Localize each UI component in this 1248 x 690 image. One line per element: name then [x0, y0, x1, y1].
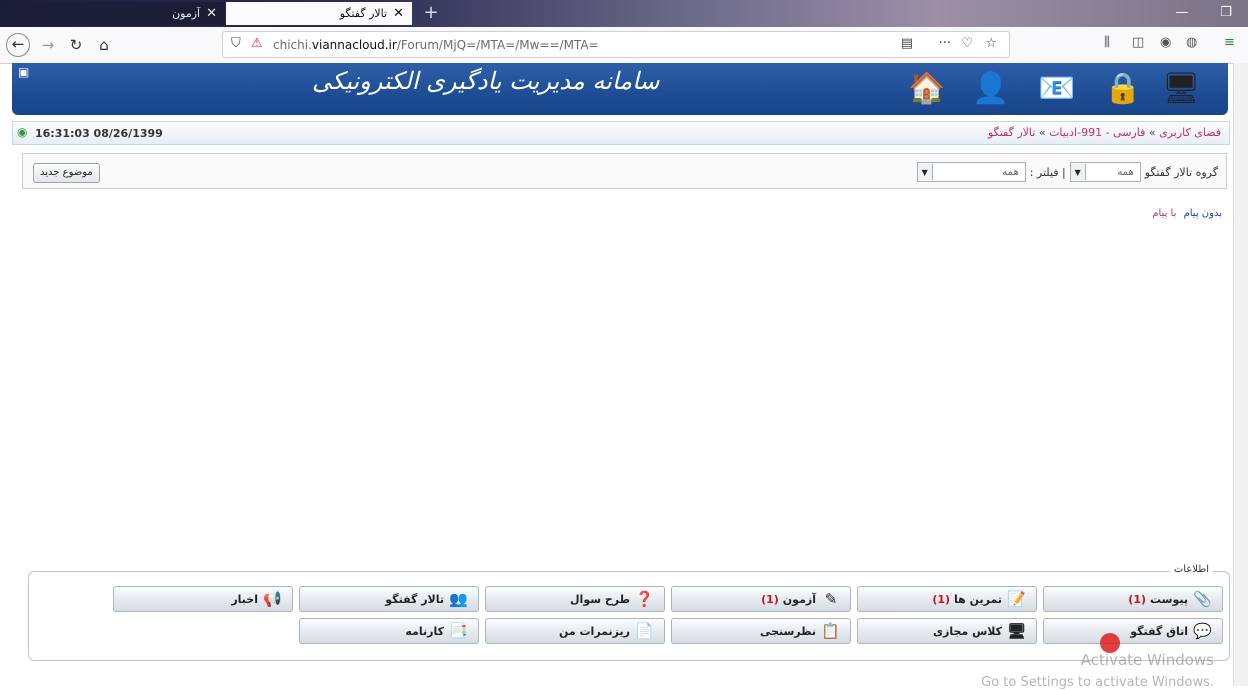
filter-row: گروه تالار گفتگو همه ▼ | فیلتر : همه ▼	[916, 162, 1218, 182]
forum-button[interactable]: 👥 تالار گفتگو	[299, 586, 479, 612]
activate-windows-watermark: Activate Windows	[1080, 651, 1214, 669]
status-bar: ◉ 16:31:03 08/26/1399 فضای کاربری » فارس…	[12, 121, 1230, 145]
chat-room-button[interactable]: 💬 اتاق گفتگو	[1043, 618, 1223, 644]
report-icon: 📑	[449, 622, 468, 640]
extension-icon[interactable]: ◍	[1186, 35, 1197, 50]
chevron-down-icon[interactable]: ▼	[917, 164, 933, 180]
chat-icon: 💬	[1193, 622, 1212, 640]
header-banner: ▣ سامانه مدیریت یادگیری الکترونیکی 🏠 👤 📧…	[12, 63, 1228, 115]
home-icon[interactable]: 🏠	[908, 71, 945, 106]
close-tab-icon[interactable]: ✕	[393, 6, 404, 21]
tab-title: آزمون	[172, 7, 201, 20]
group-label: گروه تالار گفتگو	[1144, 165, 1218, 179]
reader-view-icon[interactable]: ▤	[901, 36, 913, 51]
filter-label: | فیلتر :	[1029, 165, 1066, 179]
home-icon[interactable]: ⌂	[92, 33, 116, 57]
people-icon: 👥	[449, 590, 468, 608]
page-content: ▣ سامانه مدیریت یادگیری الکترونیکی 🏠 👤 📧…	[8, 63, 1234, 690]
info-title: اطلاعات	[1169, 564, 1213, 575]
mouse-cursor-icon	[1100, 633, 1120, 653]
pencil-icon: ✎	[824, 590, 838, 608]
monitor-icon: 🖥	[1006, 622, 1026, 640]
breadcrumb-current: تالار گفتگو	[987, 126, 1036, 139]
breadcrumb-course[interactable]: فارسی - 991-ادبیات	[1049, 126, 1145, 139]
shield-icon[interactable]: ⛉	[231, 36, 241, 51]
minimize-icon[interactable]: —	[1160, 0, 1204, 27]
tab-azmoon[interactable]: آزمون ✕	[0, 2, 225, 25]
insecure-lock-icon[interactable]: ⚠	[251, 36, 263, 51]
network-icon[interactable]: 🖥	[1162, 71, 1200, 106]
browser-tab-bar: آزمون ✕ تالار گفتگو ✕ + — ❐	[0, 0, 1248, 27]
lms-title: سامانه مدیریت یادگیری الکترونیکی	[312, 67, 660, 95]
account-icon[interactable]: ◉	[1160, 35, 1171, 50]
grades-icon: 📄	[635, 622, 654, 640]
filter-select[interactable]: همه ▼	[916, 162, 1026, 182]
restore-icon[interactable]: ❐	[1204, 0, 1248, 27]
tab-forum[interactable]: تالار گفتگو ✕	[226, 2, 412, 25]
activate-windows-subtitle: Go to Settings to activate Windows.	[981, 675, 1214, 690]
paperclip-icon: 📎	[1193, 590, 1212, 608]
new-tab-icon[interactable]: +	[418, 2, 444, 24]
lock-icon[interactable]: 🔒	[1104, 71, 1141, 106]
notepad-icon: 📝	[1007, 590, 1026, 608]
message-filter-links: بدون پیام با پیام	[1152, 208, 1222, 219]
chevron-down-icon[interactable]: ▼	[1070, 164, 1086, 180]
virtual-class-button[interactable]: 🖥 کلاس مجازی	[857, 618, 1037, 644]
question-icon: ❓	[635, 590, 654, 608]
menu-icon[interactable]: ≡	[1224, 35, 1235, 50]
window-controls: — ❐	[1160, 0, 1248, 27]
info-panel: اطلاعات 📎 پیوست (1) 📝 تمرین ها (1) ✎ آزمون…	[28, 564, 1230, 661]
without-message-link[interactable]: بدون پیام	[1184, 208, 1222, 219]
report-card-button[interactable]: 📑 کارنامه	[299, 618, 479, 644]
question-design-button[interactable]: ❓ طرح سوال	[485, 586, 665, 612]
pocket-icon[interactable]: ♡	[961, 36, 973, 51]
survey-button[interactable]: 📋 نظرسنجی	[671, 618, 851, 644]
back-arrow-icon[interactable]: ←	[6, 33, 30, 57]
user-icon[interactable]: 👤	[972, 71, 1009, 106]
exam-button[interactable]: ✎ آزمون (1)	[671, 586, 851, 612]
bookmark-star-icon[interactable]: ☆	[985, 36, 997, 51]
page-actions-icon[interactable]: ···	[939, 36, 951, 51]
group-select[interactable]: همه ▼	[1069, 162, 1141, 182]
page-scrollbar[interactable]	[1233, 63, 1248, 686]
forward-arrow-icon[interactable]: →	[36, 33, 60, 57]
tab-title: تالار گفتگو	[339, 7, 388, 20]
url-text[interactable]: chichi.viannacloud.ir/Forum/MjQ=/MTA=/Mw…	[273, 38, 599, 52]
breadcrumb: فضای کاربری » فارسی - 991-ادبیات » تالار…	[987, 126, 1221, 139]
url-bar[interactable]: ⛉ ⚠ chichi.viannacloud.ir/Forum/MjQ=/MTA…	[222, 31, 1010, 58]
reload-icon[interactable]: ↻	[64, 33, 88, 57]
online-status-icon: ◉	[17, 125, 28, 139]
email-icon[interactable]: 📧	[1038, 71, 1075, 106]
clock: 16:31:03 08/26/1399	[35, 127, 163, 140]
with-message-link[interactable]: با پیام	[1152, 208, 1176, 219]
breadcrumb-home[interactable]: فضای کاربری	[1159, 126, 1221, 139]
megaphone-icon: 📢	[263, 590, 282, 608]
news-button[interactable]: 📢 اخبار	[113, 586, 293, 612]
menu-toggle-icon[interactable]: ▣	[18, 65, 29, 79]
survey-icon: 📋	[821, 622, 840, 640]
close-tab-icon[interactable]: ✕	[206, 6, 217, 21]
new-topic-button[interactable]: موضوع جدید	[33, 163, 100, 183]
sidebar-icon[interactable]: ◫	[1132, 35, 1144, 50]
my-grades-button[interactable]: 📄 ریزنمرات من	[485, 618, 665, 644]
exercises-button[interactable]: 📝 تمرین ها (1)	[857, 586, 1037, 612]
navigation-bar: ← → ↻ ⌂ ⛉ ⚠ chichi.viannacloud.ir/Forum/…	[0, 27, 1248, 64]
attachments-button[interactable]: 📎 پیوست (1)	[1043, 586, 1223, 612]
forum-filter-box: موضوع جدید گروه تالار گفتگو همه ▼ | فیلتر…	[22, 153, 1227, 189]
library-icon[interactable]: ⫼	[1104, 35, 1110, 50]
